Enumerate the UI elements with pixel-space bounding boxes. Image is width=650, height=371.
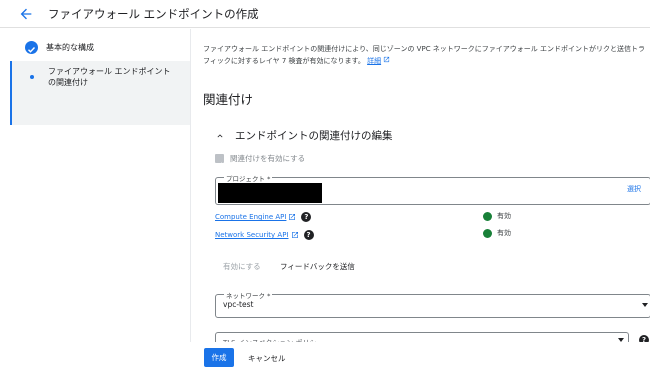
- status-text: 有効: [497, 212, 511, 220]
- step-label: ファイアウォール エンドポイントの関連付け: [48, 67, 171, 87]
- project-field[interactable]: プロジェクト * 選択: [215, 173, 650, 205]
- network-select[interactable]: ネットワーク * vpc-test: [215, 290, 650, 318]
- step-endpoint-association[interactable]: ファイアウォール エンドポイントの関連付け: [10, 61, 190, 125]
- description-text: ファイアウォール エンドポイントの関連付けにより、同じゾーンの VPC ネットワ…: [203, 45, 646, 65]
- network-security-api-link[interactable]: Network Security API: [215, 231, 289, 239]
- project-field-label: プロジェクト *: [224, 173, 273, 183]
- checkbox-label: 関連付けを有効にする: [230, 154, 306, 163]
- enable-button[interactable]: 有効にする: [223, 261, 261, 272]
- page-title: ファイアウォール エンドポイントの作成: [48, 7, 259, 21]
- network-security-api-status: 有効: [483, 228, 511, 242]
- section-title: 関連付け: [203, 92, 254, 107]
- select-project-button[interactable]: 選択: [627, 184, 641, 194]
- enable-association-checkbox[interactable]: [215, 154, 224, 168]
- help-icon[interactable]: ?: [303, 230, 314, 240]
- enable-association-row: 関連付けを有効にする: [215, 153, 306, 168]
- compute-api-status: 有効: [483, 211, 511, 225]
- current-step-dot-icon: [30, 75, 34, 79]
- open-external-icon: [289, 214, 296, 220]
- dropdown-arrow-icon: [642, 303, 648, 307]
- open-external-icon: [291, 232, 298, 238]
- open-external-icon: [384, 56, 390, 63]
- network-value: vpc-test: [223, 300, 254, 309]
- form-footer: 作成 キャンセル: [190, 342, 650, 371]
- arrow-back-icon[interactable]: [18, 6, 34, 22]
- check-circle-icon: [483, 211, 492, 225]
- network-field-label: ネットワーク *: [224, 290, 273, 300]
- create-button[interactable]: 作成: [204, 348, 234, 367]
- association-card-header[interactable]: エンドポイントの関連付けの編集: [215, 128, 393, 143]
- stepper-sidebar: 基本的な構成 ファイアウォール エンドポイントの関連付け: [0, 29, 190, 371]
- learn-more-link[interactable]: 詳細: [367, 57, 381, 65]
- step-label: 基本的な構成: [46, 43, 94, 52]
- help-icon[interactable]: ?: [301, 212, 312, 222]
- main-content: ファイアウォール エンドポイントの関連付けにより、同じゾーンの VPC ネットワ…: [190, 29, 650, 371]
- compute-engine-api-link[interactable]: Compute Engine API: [215, 213, 286, 221]
- check-circle-icon: [25, 41, 38, 54]
- status-text: 有効: [497, 229, 511, 237]
- check-circle-icon: [483, 228, 492, 242]
- send-feedback-button[interactable]: フィードバックを送信: [280, 261, 355, 272]
- description: ファイアウォール エンドポイントの関連付けにより、同じゾーンの VPC ネットワ…: [203, 43, 650, 67]
- chevron-up-icon: [217, 133, 223, 137]
- card-title: エンドポイントの関連付けの編集: [235, 130, 393, 142]
- redacted-project-value: [218, 183, 322, 203]
- api-row-compute: Compute Engine API ?: [215, 212, 312, 222]
- page-header: ファイアウォール エンドポイントの作成: [0, 0, 650, 28]
- api-row-network-security: Network Security API ?: [215, 230, 314, 240]
- cancel-button[interactable]: キャンセル: [248, 353, 286, 364]
